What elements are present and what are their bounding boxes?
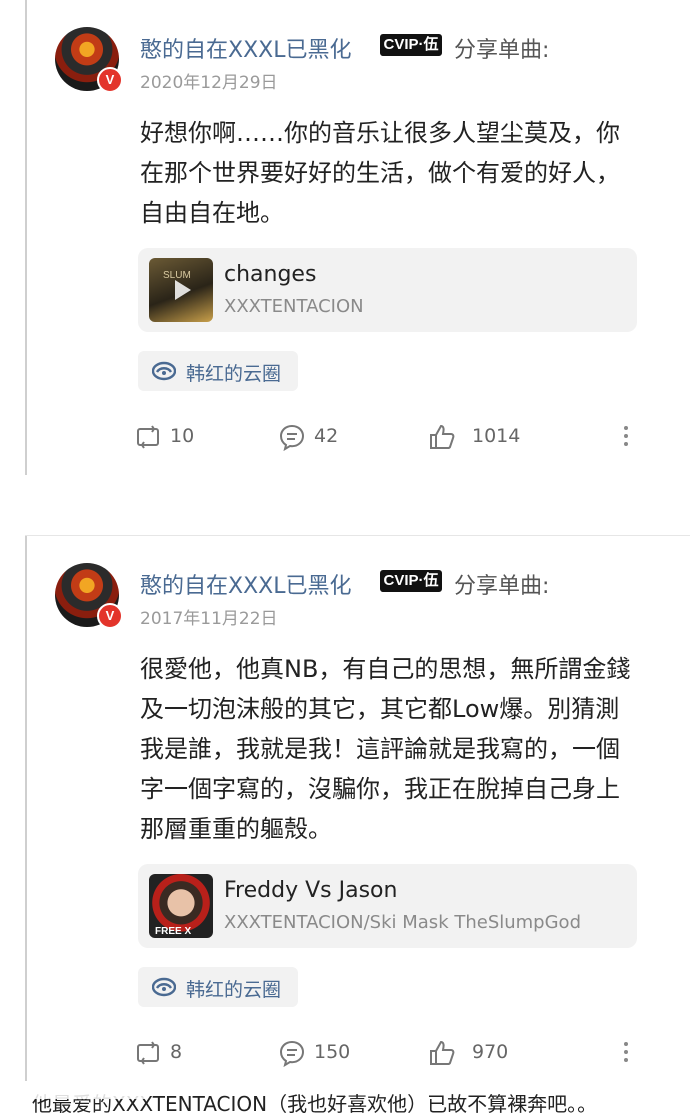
post-date: 2020年12月29日 <box>140 73 278 93</box>
thread-line <box>25 0 27 475</box>
comment-icon <box>279 424 305 451</box>
cloud-circle-icon <box>152 361 176 381</box>
caption-fade <box>28 1083 148 1099</box>
avatar[interactable]: V <box>55 27 123 93</box>
svg-text:FREE X: FREE X <box>155 926 191 937</box>
more-vertical-icon[interactable] <box>618 422 634 452</box>
more-vertical-icon[interactable] <box>618 1038 634 1068</box>
post-card: V 憨的自在XXXL已黑化 CVIP·伍 分享单曲: 2020年12月29日 好… <box>0 0 690 480</box>
avatar[interactable]: V <box>55 563 123 629</box>
repost-icon <box>137 425 159 449</box>
topic-tag-label: 韩红的云圈 <box>186 979 282 1001</box>
share-action-label: 分享单曲: <box>454 574 550 599</box>
vip-badge[interactable]: CVIP·伍 <box>380 570 442 592</box>
comment-count: 150 <box>314 1041 351 1063</box>
repost-button[interactable]: 8 <box>134 1039 214 1069</box>
vip-badge[interactable]: CVIP·伍 <box>380 34 442 56</box>
username[interactable]: 憨的自在XXXL已黑化 <box>140 32 351 64</box>
topic-tag-label: 韩红的云圈 <box>186 363 282 385</box>
song-card[interactable]: FREE X Freddy Vs Jason XXXTENTACION/Ski … <box>138 864 637 948</box>
thumbs-up-icon <box>430 424 455 449</box>
comment-count: 42 <box>314 425 339 447</box>
post-text: 好想你啊……你的音乐让很多人望尘莫及，你在那个世界要好好的生活，做个有爱的好人，… <box>140 119 620 227</box>
like-button[interactable]: 970 <box>428 1039 528 1069</box>
like-count: 1014 <box>472 425 521 447</box>
song-artist: XXXTENTACION/Ski Mask TheSlumpGod <box>224 912 581 933</box>
album-cover: SLUM <box>149 258 213 322</box>
post-card: V 憨的自在XXXL已黑化 CVIP·伍 分享单曲: 2017年11月22日 很… <box>0 536 690 1083</box>
post-date: 2017年11月22日 <box>140 609 278 629</box>
album-cover: FREE X <box>149 874 213 938</box>
username[interactable]: 憨的自在XXXL已黑化 <box>140 568 351 600</box>
verified-badge-icon: V <box>97 603 123 629</box>
svg-text:SLUM: SLUM <box>163 270 191 281</box>
repost-count: 8 <box>170 1041 183 1063</box>
thread-line <box>25 536 27 1081</box>
topic-tag[interactable]: 韩红的云圈 <box>138 967 298 1007</box>
repost-icon <box>137 1041 159 1065</box>
like-button[interactable]: 1014 <box>428 423 528 453</box>
song-title: Freddy Vs Jason <box>224 878 398 903</box>
song-artist: XXXTENTACION <box>224 296 364 317</box>
post-text: 很愛他，他真NB，有自己的思想，無所謂金錢及一切泡沫般的其它，其它都Low爆。別… <box>140 655 631 843</box>
song-card[interactable]: SLUM changes XXXTENTACION <box>138 248 637 332</box>
cloud-circle-icon <box>152 977 176 997</box>
like-count: 970 <box>472 1041 509 1063</box>
play-icon: SLUM <box>163 270 191 300</box>
topic-tag[interactable]: 韩红的云圈 <box>138 351 298 391</box>
share-action-label: 分享单曲: <box>454 38 550 63</box>
comment-icon <box>279 1040 305 1067</box>
comment-button[interactable]: 42 <box>278 423 358 453</box>
verified-badge-icon: V <box>97 67 123 93</box>
thumbs-up-icon <box>430 1040 455 1065</box>
song-title: changes <box>224 262 317 287</box>
repost-button[interactable]: 10 <box>134 423 214 453</box>
comment-button[interactable]: 150 <box>278 1039 368 1069</box>
repost-count: 10 <box>170 425 195 447</box>
